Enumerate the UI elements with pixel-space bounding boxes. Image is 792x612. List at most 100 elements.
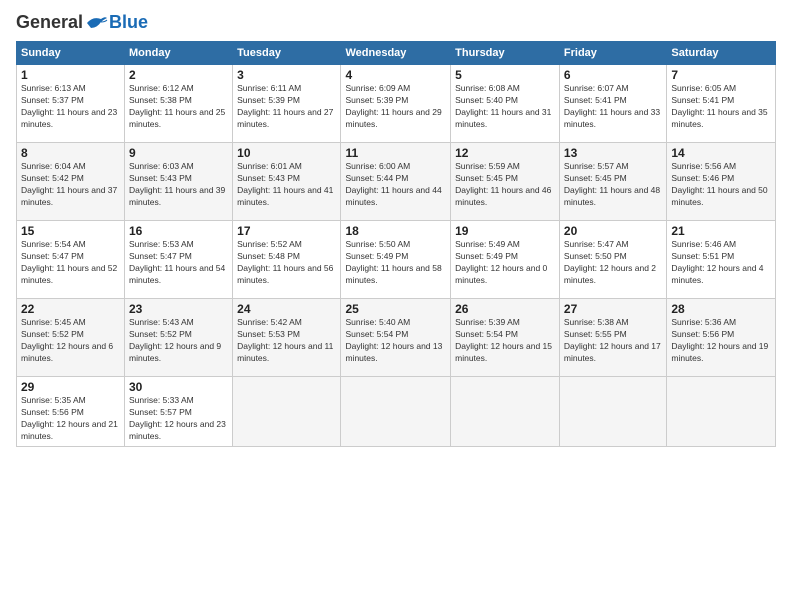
calendar-day-cell: 23 Sunrise: 5:43 AMSunset: 5:52 PMDaylig…	[125, 299, 233, 377]
day-number: 30	[129, 380, 228, 394]
day-info: Sunrise: 5:56 AMSunset: 5:46 PMDaylight:…	[671, 161, 767, 207]
day-info: Sunrise: 6:09 AMSunset: 5:39 PMDaylight:…	[345, 83, 441, 129]
calendar-day-cell: 4 Sunrise: 6:09 AMSunset: 5:39 PMDayligh…	[341, 65, 451, 143]
calendar-day-cell	[667, 377, 776, 447]
day-number: 15	[21, 224, 120, 238]
calendar-day-cell: 21 Sunrise: 5:46 AMSunset: 5:51 PMDaylig…	[667, 221, 776, 299]
day-info: Sunrise: 5:43 AMSunset: 5:52 PMDaylight:…	[129, 317, 221, 363]
calendar-day-cell: 5 Sunrise: 6:08 AMSunset: 5:40 PMDayligh…	[451, 65, 560, 143]
calendar-day-cell: 10 Sunrise: 6:01 AMSunset: 5:43 PMDaylig…	[233, 143, 341, 221]
calendar-day-cell: 11 Sunrise: 6:00 AMSunset: 5:44 PMDaylig…	[341, 143, 451, 221]
day-info: Sunrise: 5:49 AMSunset: 5:49 PMDaylight:…	[455, 239, 547, 285]
calendar-day-cell: 25 Sunrise: 5:40 AMSunset: 5:54 PMDaylig…	[341, 299, 451, 377]
day-info: Sunrise: 6:01 AMSunset: 5:43 PMDaylight:…	[237, 161, 333, 207]
page-container: General Blue Sunday Monday Tuesday Wedne…	[0, 0, 792, 455]
col-tuesday: Tuesday	[233, 42, 341, 65]
calendar-table: Sunday Monday Tuesday Wednesday Thursday…	[16, 41, 776, 447]
col-monday: Monday	[125, 42, 233, 65]
logo-blue-text: Blue	[109, 12, 148, 33]
day-info: Sunrise: 5:35 AMSunset: 5:56 PMDaylight:…	[21, 395, 118, 441]
day-info: Sunrise: 6:11 AMSunset: 5:39 PMDaylight:…	[237, 83, 333, 129]
col-sunday: Sunday	[17, 42, 125, 65]
day-number: 23	[129, 302, 228, 316]
calendar-day-cell: 9 Sunrise: 6:03 AMSunset: 5:43 PMDayligh…	[125, 143, 233, 221]
calendar-day-cell	[451, 377, 560, 447]
day-info: Sunrise: 5:52 AMSunset: 5:48 PMDaylight:…	[237, 239, 333, 285]
day-number: 18	[345, 224, 446, 238]
day-number: 22	[21, 302, 120, 316]
day-number: 24	[237, 302, 336, 316]
day-number: 25	[345, 302, 446, 316]
calendar-week-row: 1 Sunrise: 6:13 AMSunset: 5:37 PMDayligh…	[17, 65, 776, 143]
day-number: 20	[564, 224, 662, 238]
day-number: 26	[455, 302, 555, 316]
calendar-day-cell: 30 Sunrise: 5:33 AMSunset: 5:57 PMDaylig…	[125, 377, 233, 447]
calendar-day-cell: 1 Sunrise: 6:13 AMSunset: 5:37 PMDayligh…	[17, 65, 125, 143]
calendar-day-cell: 18 Sunrise: 5:50 AMSunset: 5:49 PMDaylig…	[341, 221, 451, 299]
col-friday: Friday	[559, 42, 666, 65]
day-number: 19	[455, 224, 555, 238]
day-number: 28	[671, 302, 771, 316]
day-number: 12	[455, 146, 555, 160]
day-info: Sunrise: 6:07 AMSunset: 5:41 PMDaylight:…	[564, 83, 660, 129]
calendar-day-cell: 13 Sunrise: 5:57 AMSunset: 5:45 PMDaylig…	[559, 143, 666, 221]
calendar-day-cell: 22 Sunrise: 5:45 AMSunset: 5:52 PMDaylig…	[17, 299, 125, 377]
day-info: Sunrise: 5:54 AMSunset: 5:47 PMDaylight:…	[21, 239, 117, 285]
calendar-day-cell	[559, 377, 666, 447]
col-wednesday: Wednesday	[341, 42, 451, 65]
day-info: Sunrise: 5:42 AMSunset: 5:53 PMDaylight:…	[237, 317, 333, 363]
calendar-day-cell: 29 Sunrise: 5:35 AMSunset: 5:56 PMDaylig…	[17, 377, 125, 447]
page-header: General Blue	[16, 12, 776, 33]
day-number: 1	[21, 68, 120, 82]
calendar-day-cell: 20 Sunrise: 5:47 AMSunset: 5:50 PMDaylig…	[559, 221, 666, 299]
col-thursday: Thursday	[451, 42, 560, 65]
day-info: Sunrise: 6:05 AMSunset: 5:41 PMDaylight:…	[671, 83, 767, 129]
calendar-week-row: 22 Sunrise: 5:45 AMSunset: 5:52 PMDaylig…	[17, 299, 776, 377]
day-number: 9	[129, 146, 228, 160]
day-number: 14	[671, 146, 771, 160]
day-info: Sunrise: 6:08 AMSunset: 5:40 PMDaylight:…	[455, 83, 551, 129]
calendar-day-cell: 17 Sunrise: 5:52 AMSunset: 5:48 PMDaylig…	[233, 221, 341, 299]
day-info: Sunrise: 5:46 AMSunset: 5:51 PMDaylight:…	[671, 239, 763, 285]
logo: General Blue	[16, 12, 148, 33]
day-info: Sunrise: 5:36 AMSunset: 5:56 PMDaylight:…	[671, 317, 768, 363]
day-info: Sunrise: 5:45 AMSunset: 5:52 PMDaylight:…	[21, 317, 113, 363]
day-number: 5	[455, 68, 555, 82]
calendar-day-cell: 14 Sunrise: 5:56 AMSunset: 5:46 PMDaylig…	[667, 143, 776, 221]
calendar-day-cell	[233, 377, 341, 447]
calendar-day-cell: 15 Sunrise: 5:54 AMSunset: 5:47 PMDaylig…	[17, 221, 125, 299]
calendar-day-cell: 8 Sunrise: 6:04 AMSunset: 5:42 PMDayligh…	[17, 143, 125, 221]
day-number: 6	[564, 68, 662, 82]
day-info: Sunrise: 5:39 AMSunset: 5:54 PMDaylight:…	[455, 317, 552, 363]
calendar-day-cell: 6 Sunrise: 6:07 AMSunset: 5:41 PMDayligh…	[559, 65, 666, 143]
day-number: 7	[671, 68, 771, 82]
calendar-header-row: Sunday Monday Tuesday Wednesday Thursday…	[17, 42, 776, 65]
day-info: Sunrise: 6:13 AMSunset: 5:37 PMDaylight:…	[21, 83, 117, 129]
col-saturday: Saturday	[667, 42, 776, 65]
calendar-day-cell: 24 Sunrise: 5:42 AMSunset: 5:53 PMDaylig…	[233, 299, 341, 377]
day-number: 21	[671, 224, 771, 238]
calendar-week-row: 29 Sunrise: 5:35 AMSunset: 5:56 PMDaylig…	[17, 377, 776, 447]
day-number: 2	[129, 68, 228, 82]
calendar-week-row: 15 Sunrise: 5:54 AMSunset: 5:47 PMDaylig…	[17, 221, 776, 299]
day-info: Sunrise: 5:50 AMSunset: 5:49 PMDaylight:…	[345, 239, 441, 285]
day-info: Sunrise: 6:12 AMSunset: 5:38 PMDaylight:…	[129, 83, 225, 129]
calendar-day-cell: 19 Sunrise: 5:49 AMSunset: 5:49 PMDaylig…	[451, 221, 560, 299]
day-info: Sunrise: 6:03 AMSunset: 5:43 PMDaylight:…	[129, 161, 225, 207]
calendar-day-cell: 3 Sunrise: 6:11 AMSunset: 5:39 PMDayligh…	[233, 65, 341, 143]
day-info: Sunrise: 5:47 AMSunset: 5:50 PMDaylight:…	[564, 239, 656, 285]
logo-bird-icon	[85, 14, 109, 32]
day-number: 11	[345, 146, 446, 160]
day-number: 27	[564, 302, 662, 316]
day-number: 13	[564, 146, 662, 160]
day-number: 3	[237, 68, 336, 82]
day-number: 17	[237, 224, 336, 238]
day-info: Sunrise: 5:53 AMSunset: 5:47 PMDaylight:…	[129, 239, 225, 285]
day-info: Sunrise: 6:00 AMSunset: 5:44 PMDaylight:…	[345, 161, 441, 207]
calendar-day-cell: 2 Sunrise: 6:12 AMSunset: 5:38 PMDayligh…	[125, 65, 233, 143]
day-number: 29	[21, 380, 120, 394]
calendar-day-cell: 7 Sunrise: 6:05 AMSunset: 5:41 PMDayligh…	[667, 65, 776, 143]
day-number: 16	[129, 224, 228, 238]
calendar-day-cell	[341, 377, 451, 447]
day-number: 4	[345, 68, 446, 82]
